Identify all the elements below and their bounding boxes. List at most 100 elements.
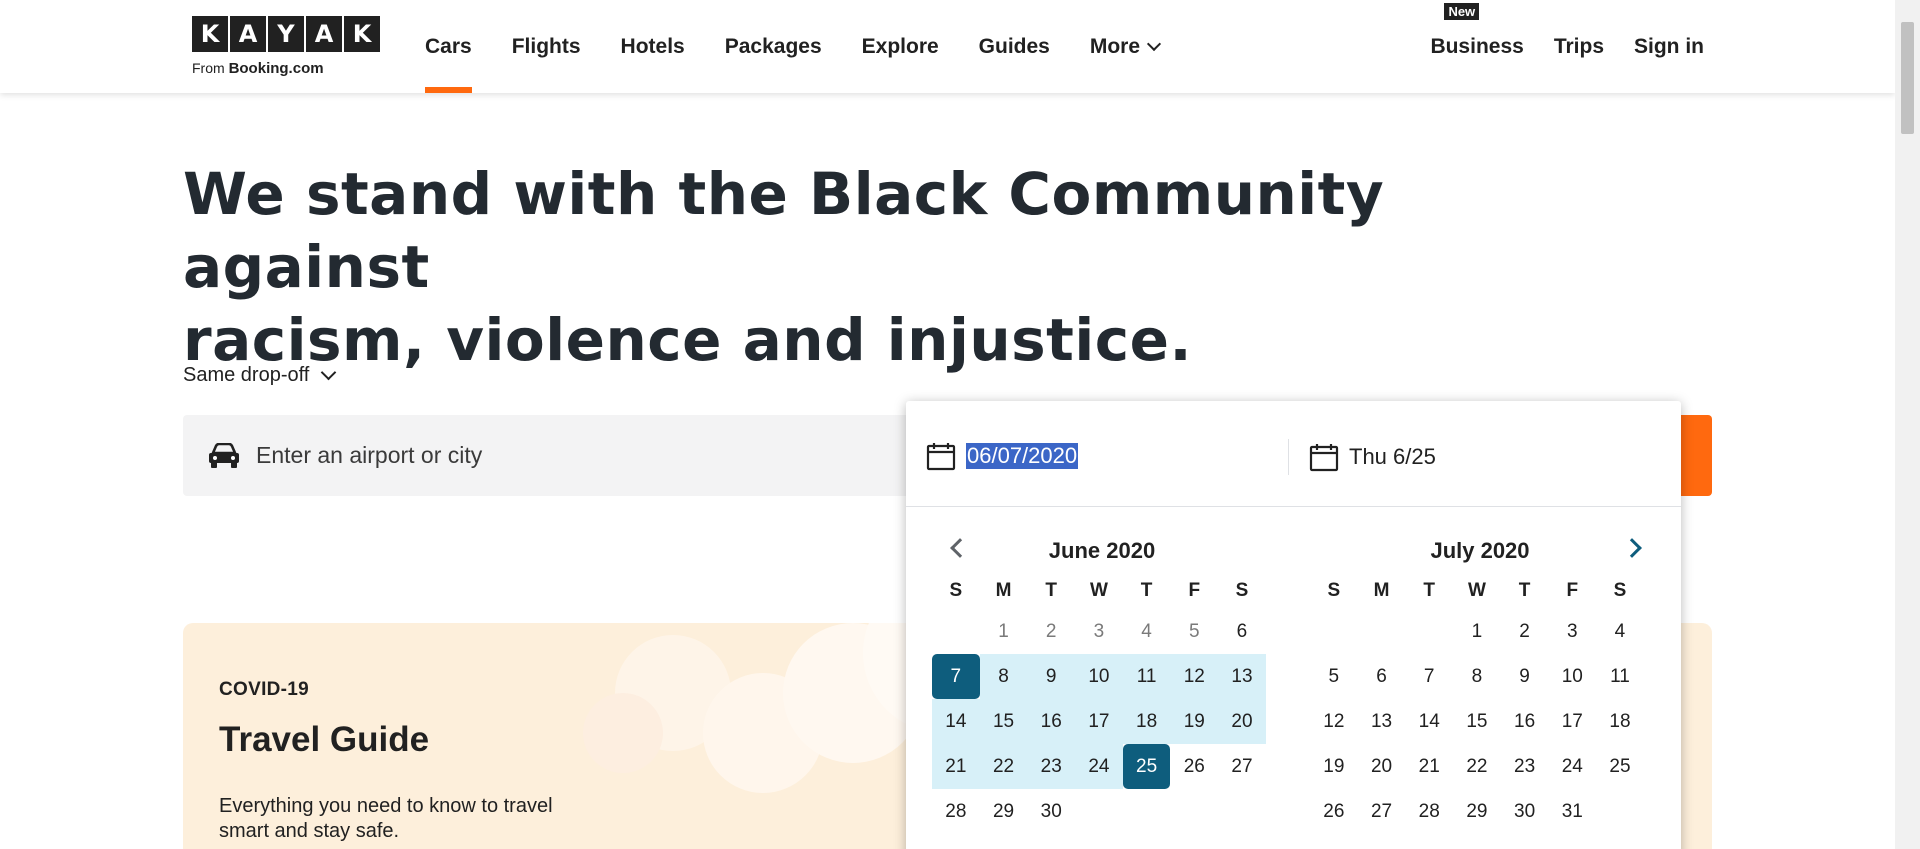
weekday-header: M (995, 580, 1012, 601)
hero-title-line1: We stand with the Black Community agains… (183, 160, 1385, 301)
new-badge: New (1444, 2, 1480, 20)
weekday-header: W (1089, 580, 1108, 601)
calendar-day[interactable]: 21 (932, 744, 980, 789)
end-date-field[interactable]: Thu 6/25 (1288, 439, 1436, 475)
month-title: July 2020 (1430, 538, 1530, 563)
month-title: June 2020 (1048, 538, 1156, 563)
calendar-day[interactable]: 1 (1453, 609, 1501, 654)
empty-cell (1405, 609, 1453, 654)
calendar-icon (926, 443, 956, 471)
nav-item-more[interactable]: More (1070, 0, 1179, 93)
start-date-value[interactable]: 06/07/2020 (966, 443, 1079, 469)
nav-item-packages[interactable]: Packages (705, 0, 842, 93)
nav-item-flights[interactable]: Flights (492, 0, 601, 93)
calendar-day[interactable]: 30 (1027, 789, 1075, 834)
calendar-day[interactable]: 23 (1027, 744, 1076, 789)
calendar-day[interactable]: 26 (1170, 744, 1218, 789)
calendar-day[interactable]: 22 (1453, 744, 1501, 789)
calendar-day[interactable]: 15 (1453, 699, 1501, 744)
calendar-day[interactable]: 10 (1075, 654, 1123, 699)
calendar-day[interactable]: 28 (932, 789, 980, 834)
calendar-day[interactable]: 29 (980, 789, 1028, 834)
calendar-day[interactable]: 26 (1310, 789, 1358, 834)
calendar-day[interactable]: 17 (1548, 699, 1596, 744)
calendar-day[interactable]: 16 (1501, 699, 1549, 744)
calendar-day[interactable]: 12 (1310, 699, 1358, 744)
logo-brand: Booking.com (228, 60, 324, 77)
hero-title: We stand with the Black Community agains… (183, 158, 1583, 377)
weekday-header: S (1613, 580, 1627, 601)
scrollbar[interactable] (1895, 0, 1920, 849)
calendar-day[interactable]: 5 (1310, 654, 1358, 699)
chevron-down-icon (1146, 36, 1162, 51)
calendar-day[interactable]: 14 (1405, 699, 1453, 744)
calendar-day[interactable]: 28 (1405, 789, 1453, 834)
calendar-day: 2 (1045, 621, 1057, 642)
nav-item-cars[interactable]: Cars (405, 0, 492, 93)
top-header: K A Y A K From Booking.com Cars Flights … (0, 0, 1895, 93)
start-date-field[interactable]: 06/07/2020 (926, 439, 1079, 473)
calendar-day[interactable]: 27 (1358, 789, 1406, 834)
calendar-day[interactable]: 9 (1501, 654, 1549, 699)
calendar-day[interactable]: 12 (1170, 654, 1219, 699)
chevron-down-icon (321, 364, 337, 381)
kayak-logo[interactable]: K A Y A K From Booking.com (192, 16, 380, 77)
calendar-day[interactable]: 16 (1027, 699, 1076, 744)
calendar-day[interactable]: 2 (1501, 609, 1549, 654)
calendar-day[interactable]: 31 (1548, 789, 1596, 834)
nav-item-hotels[interactable]: Hotels (601, 0, 705, 93)
business-link[interactable]: New Business (1430, 2, 1524, 59)
weekday-header: S (949, 580, 963, 601)
calendar-day[interactable]: 17 (1075, 699, 1123, 744)
location-input[interactable] (256, 442, 856, 469)
empty-cell (1310, 609, 1358, 654)
calendar-day[interactable]: 13 (1358, 699, 1406, 744)
calendar-day[interactable]: 18 (1122, 699, 1171, 744)
calendar-day[interactable]: 6 (1218, 609, 1266, 654)
calendar-day[interactable]: 19 (1170, 699, 1219, 744)
calendar-day[interactable]: 8 (1453, 654, 1501, 699)
scrollbar-thumb[interactable] (1901, 22, 1914, 134)
calendar-day[interactable]: 25 (1596, 744, 1644, 789)
calendar-day[interactable]: 25 (1122, 744, 1171, 789)
calendar-day[interactable]: 21 (1405, 744, 1453, 789)
calendar-day[interactable]: 23 (1501, 744, 1549, 789)
calendar-day[interactable]: 11 (1122, 654, 1171, 699)
calendar-day[interactable]: 27 (1218, 744, 1266, 789)
calendar-day[interactable]: 29 (1453, 789, 1501, 834)
calendar-day[interactable]: 6 (1358, 654, 1406, 699)
signin-link[interactable]: Sign in (1634, 35, 1704, 59)
calendar-day[interactable]: 18 (1596, 699, 1644, 744)
calendar-day[interactable]: 13 (1218, 654, 1266, 699)
calendar-day[interactable]: 20 (1218, 699, 1266, 744)
calendar-day[interactable]: 8 (979, 654, 1028, 699)
calendar-day[interactable]: 20 (1358, 744, 1406, 789)
calendar-day: 5 (1188, 621, 1200, 642)
calendar-day[interactable]: 4 (1596, 609, 1644, 654)
calendar-day[interactable]: 7 (932, 654, 980, 699)
calendar-day[interactable]: 24 (1548, 744, 1596, 789)
trips-link[interactable]: Trips (1554, 35, 1604, 59)
calendar-day[interactable]: 7 (1405, 654, 1453, 699)
logo-letter: A (230, 16, 266, 52)
date-fields: 06/07/2020 Thu 6/25 (906, 401, 1681, 507)
calendar-day[interactable]: 9 (1027, 654, 1076, 699)
location-field[interactable] (183, 415, 913, 496)
calendar-day[interactable]: 22 (979, 744, 1028, 789)
calendar-day[interactable]: 15 (979, 699, 1028, 744)
calendar-day[interactable]: 14 (932, 699, 980, 744)
calendar-day[interactable]: 10 (1548, 654, 1596, 699)
dropoff-dropdown[interactable]: Same drop-off (183, 364, 337, 387)
calendar-day: 3 (1093, 621, 1105, 642)
calendar-day[interactable]: 30 (1501, 789, 1549, 834)
end-date-value[interactable]: Thu 6/25 (1349, 444, 1436, 470)
calendar-day[interactable]: 19 (1310, 744, 1358, 789)
calendar-day[interactable]: 3 (1548, 609, 1596, 654)
nav-item-guides[interactable]: Guides (959, 0, 1070, 93)
nav-item-explore[interactable]: Explore (842, 0, 959, 93)
empty-cell (1358, 609, 1406, 654)
logo-subtitle: From Booking.com (192, 60, 380, 77)
calendar-day[interactable]: 11 (1596, 654, 1644, 699)
calendar-day[interactable]: 24 (1075, 744, 1123, 789)
calendar-month-july: July 2020 S M T W T F S 1 2 3 4 5 6 7 8 9 10 11 12 13 14 15 16… (1310, 535, 1650, 834)
